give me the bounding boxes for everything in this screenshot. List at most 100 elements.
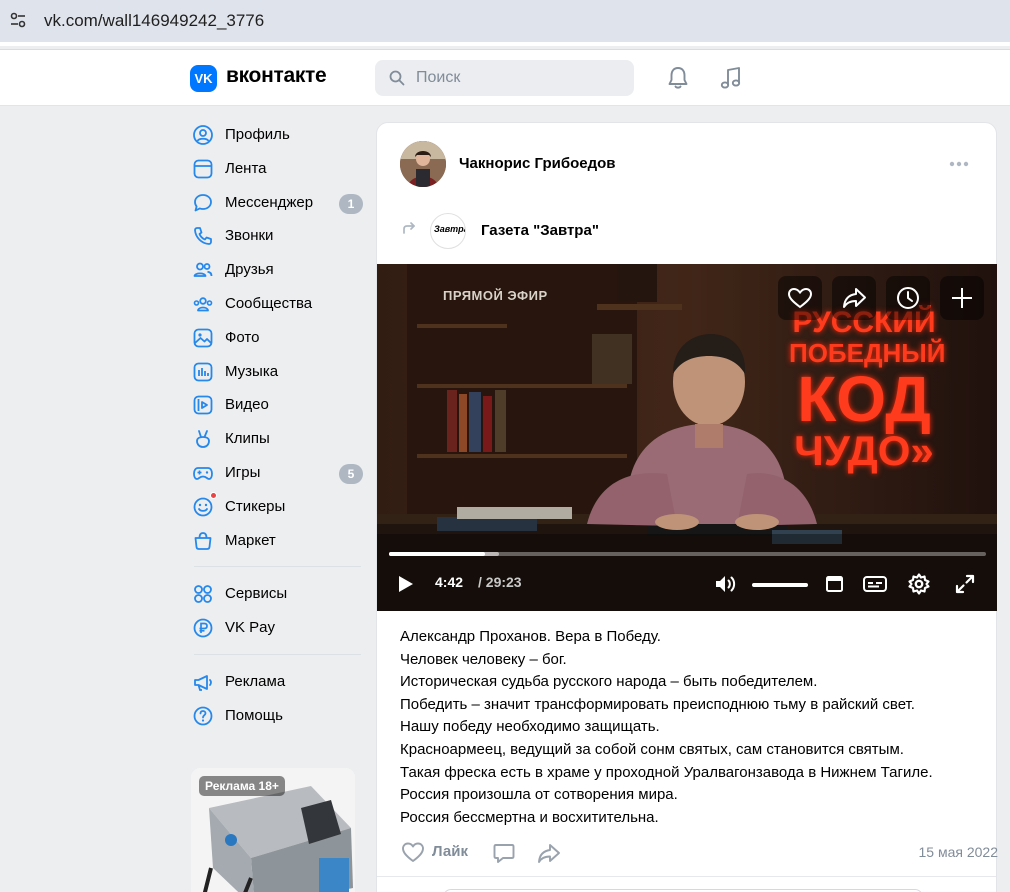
games-badge: 5	[339, 463, 363, 484]
browser-address-bar: vk.com/wall146949242_3776	[0, 0, 1010, 46]
sidebar-item-stickers[interactable]: Стикеры	[190, 490, 365, 524]
help-icon	[193, 706, 213, 726]
video-icon	[193, 395, 213, 415]
like-video-button[interactable]	[778, 276, 822, 320]
video-player[interactable]: ПРЯМОЙ ЭФИР РУССКИЙ ПОБЕДНЫЙ КОД ЧУДО» 4…	[377, 264, 997, 611]
sidebar-item-label: Музыка	[225, 362, 279, 380]
vkpay-icon	[193, 618, 213, 638]
sidebar-divider	[194, 566, 361, 568]
vk-brand[interactable]: вконтакте	[226, 64, 327, 88]
services-icon	[194, 585, 212, 604]
share-icon	[843, 288, 866, 308]
music-note-icon[interactable]	[718, 65, 744, 91]
post-actions: Лайк 15 мая 2022	[400, 838, 998, 868]
play-icon[interactable]	[395, 572, 417, 596]
like-label: Лайк	[432, 843, 468, 860]
volume-slider[interactable]	[752, 583, 808, 587]
sidebar-item-label: Сервисы	[225, 585, 288, 603]
sidebar-item-label: Клипы	[225, 430, 270, 448]
sidebar-item-vkpay[interactable]: VK Pay	[190, 611, 365, 645]
search-placeholder: Поиск	[416, 69, 461, 86]
vk-logo[interactable]: VK	[190, 65, 217, 92]
comment-icon[interactable]	[492, 841, 516, 865]
source-avatar-text: Завтра	[434, 224, 466, 234]
neon-line: КОД	[797, 363, 931, 435]
search-input[interactable]: Поиск	[375, 60, 634, 96]
author-avatar[interactable]	[400, 141, 446, 187]
search-icon	[389, 70, 405, 86]
post-text-line: Такая фреска есть в храме у проходной Ур…	[400, 763, 933, 781]
vk-header: VK вконтакте Поиск	[0, 50, 1010, 106]
phone-icon	[194, 227, 212, 246]
sidebar-item-label: Сообщества	[225, 294, 313, 312]
watch-later-button[interactable]	[886, 276, 930, 320]
post-text-line: Александр Проханов. Вера в Победу.	[400, 628, 661, 645]
post-text-line: Красноармеец, ведущий за собой сонм свят…	[400, 740, 904, 758]
fullscreen-icon[interactable]	[953, 572, 977, 596]
sidebar-item-games[interactable]: Игры 5	[190, 456, 365, 490]
sidebar-item-market[interactable]: Маркет	[190, 524, 365, 558]
friends-icon	[193, 262, 213, 278]
sidebar-item-communities[interactable]: Сообщества	[190, 287, 365, 321]
messenger-icon	[194, 193, 212, 211]
subtitles-icon[interactable]	[862, 572, 888, 596]
post-text-line: Историческая судьба русского народа – бы…	[400, 673, 818, 691]
photo-icon	[193, 328, 213, 348]
neon-title: РУССКИЙ ПОБЕДНЫЙ КОД ЧУДО»	[789, 308, 945, 474]
sidebar-item-label: Мессенджер	[225, 193, 314, 211]
clips-icon	[196, 430, 210, 449]
post-text-line: Россия произошла от сотворения мира.	[400, 786, 678, 804]
share-video-button[interactable]	[832, 276, 876, 320]
post-date[interactable]: 15 мая 2022	[890, 844, 999, 860]
sidebar-divider	[194, 653, 361, 655]
ad-badge: Реклама 18+	[199, 776, 285, 796]
music-icon	[193, 362, 213, 381]
left-sidebar: Профиль Лента Мессенджер 1 Звонки Друзья…	[190, 118, 365, 733]
post-text-line: Нашу победу необходимо защищать.	[400, 718, 660, 736]
neon-line: ЧУДО»	[794, 427, 934, 474]
sidebar-item-label: Реклама	[225, 672, 286, 690]
sidebar-item-label: Лента	[225, 159, 267, 177]
author-avatar-image	[400, 141, 446, 187]
sidebar-item-clips[interactable]: Клипы	[190, 422, 365, 456]
sidebar-item-messenger[interactable]: Мессенджер 1	[190, 186, 365, 220]
sidebar-item-label: Звонки	[225, 227, 274, 245]
settings-gear-icon[interactable]	[907, 572, 931, 596]
share-icon[interactable]	[536, 841, 562, 865]
sidebar-item-friends[interactable]: Друзья	[190, 253, 365, 287]
communities-icon	[193, 297, 213, 312]
post-text: Александр Проханов. Вера в Победу. Челов…	[400, 626, 980, 829]
stickers-icon	[193, 497, 213, 517]
sidebar-item-photo[interactable]: Фото	[190, 321, 365, 355]
sidebar-item-music[interactable]: Музыка	[190, 355, 365, 389]
sidebar-item-label: Игры	[225, 463, 261, 481]
sidebar-item-label: Маркет	[225, 531, 276, 549]
sidebar-item-ads[interactable]: Реклама	[190, 665, 365, 699]
add-video-button[interactable]	[940, 276, 984, 320]
sidebar-item-help[interactable]: Помощь	[190, 699, 365, 733]
site-settings-icon[interactable]	[8, 10, 28, 30]
plus-icon	[952, 288, 972, 308]
divider	[377, 876, 996, 877]
source-avatar[interactable]: Завтра	[430, 213, 466, 249]
sidebar-item-label: Друзья	[225, 261, 274, 279]
address-field[interactable]: vk.com/wall146949242_3776	[0, 0, 1010, 42]
sidebar-item-label: VK Pay	[225, 619, 276, 637]
more-options-icon[interactable]	[949, 161, 969, 167]
sidebar-item-profile[interactable]: Профиль	[190, 118, 365, 152]
video-progress-bar[interactable]	[389, 552, 986, 556]
bell-icon[interactable]	[666, 65, 690, 91]
sidebar-item-label: Стикеры	[225, 497, 286, 515]
sidebar-item-services[interactable]: Сервисы	[190, 577, 365, 611]
sidebar-item-label: Фото	[225, 328, 260, 346]
sidebar-item-feed[interactable]: Лента	[190, 152, 365, 186]
source-name[interactable]: Газета "Завтра"	[481, 222, 599, 239]
author-name[interactable]: Чакнорис Грибоедов	[459, 155, 616, 172]
heart-icon	[787, 287, 813, 309]
sidebar-item-video[interactable]: Видео	[190, 388, 365, 422]
market-icon	[194, 531, 212, 550]
miniplayer-icon[interactable]	[825, 572, 845, 596]
sidebar-item-calls[interactable]: Звонки	[190, 219, 365, 253]
ad-card[interactable]: Реклама 18+	[191, 768, 355, 892]
volume-icon[interactable]	[713, 572, 739, 596]
